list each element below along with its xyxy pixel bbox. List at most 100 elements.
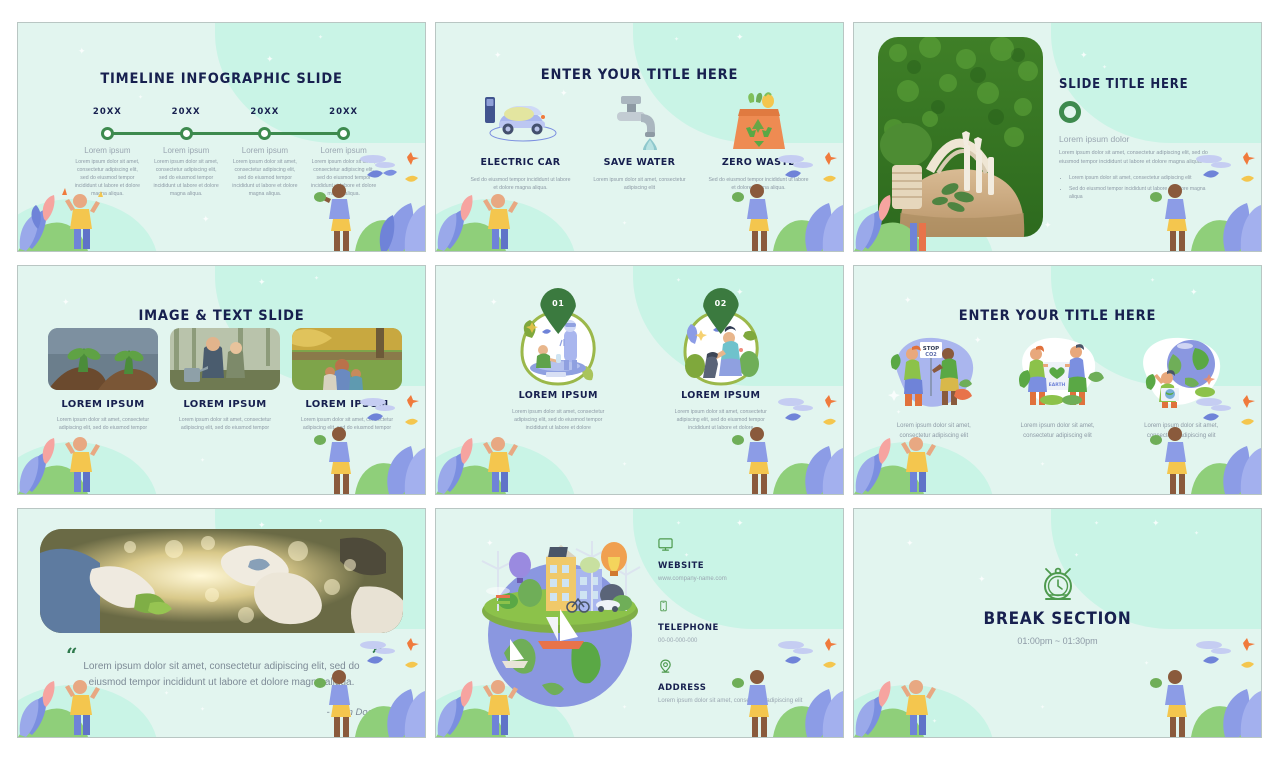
plants-and-person-left-decoration [436, 437, 518, 494]
plants-and-person-left-decoration [854, 437, 936, 494]
sparkle-icon: ✦ [138, 95, 144, 101]
timeline-node[interactable] [258, 126, 272, 140]
icon-body: Lorem ipsum dolor sit amet, consectetur … [593, 177, 686, 192]
timeline-year: 20XX [329, 107, 359, 117]
illustration-body: Lorem ipsum dolor sit amet, consectetur … [1020, 423, 1095, 439]
sparkle-icon: ✦ [622, 462, 628, 468]
father-and-child-planting-photo [170, 328, 280, 390]
sparkle-icon: ✦ [200, 458, 206, 464]
icon-column[interactable]: SAVE WATER Lorem ipsum dolor sit amet, c… [587, 89, 692, 192]
contact-label: WEBSITE [658, 561, 705, 571]
sparkle-icon: ✦ [1040, 462, 1046, 468]
break-time: 01:00pm ~ 01:30pm [1017, 636, 1098, 646]
birds-and-clouds-decoration [360, 638, 419, 668]
sparkle-icon: ✦ [1040, 705, 1046, 711]
page-title: SLIDE TITLE HERE [1059, 77, 1189, 92]
birds-and-clouds-decoration [1196, 395, 1255, 425]
sparkle-icon: ✦ [622, 221, 628, 227]
sparkle-icon: ✦ [318, 519, 324, 525]
slide-image-text-cards[interactable]: ✦ ✦ ✦ ✦ IMAGE & TEXT SLIDE LOREM IPSUM L… [17, 265, 426, 495]
icon-label: SAVE WATER [603, 157, 676, 168]
sparkle-icon: ✦ [1190, 287, 1198, 297]
contact-row[interactable]: WEBSITE www.company-name.com [658, 537, 825, 585]
timeline-node[interactable] [100, 126, 114, 140]
timeline-year: 20XX [250, 107, 280, 117]
family-gardening-photo [292, 328, 402, 390]
sparkle-icon: ✦ [676, 278, 682, 284]
birds-and-clouds-decoration [1196, 638, 1255, 668]
contact-value: www.company-name.com [658, 576, 727, 582]
sparkle-icon: ✦ [736, 518, 744, 528]
location-pin-icon [660, 659, 671, 673]
love-earth-banner-illustration: EARTH [1018, 337, 1104, 405]
plants-and-person-left-decoration [854, 195, 926, 251]
timeline-node[interactable] [337, 126, 351, 140]
pin-title: LOREM IPSUM [518, 390, 598, 401]
sparkle-icon: ✦ [202, 214, 210, 224]
sparkle-icon: ✦ [1194, 531, 1200, 537]
sparkle-icon: ✦ [906, 538, 914, 548]
sparkle-icon: ✦ [258, 277, 266, 287]
slide-contact[interactable]: ✦ ✦ ✦ ✦ ✦ WEBSITE www.company-name.com T… [435, 508, 844, 738]
page-title: ENTER YOUR TITLE HERE [958, 308, 1157, 324]
birds-and-clouds-decoration [778, 638, 837, 668]
timeline-heading: Lorem ipsum [84, 146, 131, 155]
sparkle-icon: ✦ [676, 521, 682, 527]
sparkle-icon: ✦ [1080, 50, 1088, 60]
slide-quote[interactable]: ✦ ✦ ✦ ✦ “ ” Lorem ipsum dolor sit amet, … [17, 508, 426, 738]
timeline-year: 20XX [92, 107, 122, 117]
green-ring-icon [1059, 101, 1081, 123]
pin-title: LOREM IPSUM [681, 390, 761, 401]
sparkle-icon: ✦ [200, 707, 206, 713]
slide-three-illustrations[interactable]: ✦ ✦ ✦ ✦ ✦ ✦ ENTER YOUR TITLE HERE STOP C… [853, 265, 1262, 495]
timeline-track [68, 122, 383, 144]
page-title: BREAK SECTION [983, 609, 1132, 629]
smartphone-ic [660, 600, 667, 611]
electric-car-icon [484, 97, 556, 142]
sparkle-icon: ✦ [674, 37, 680, 43]
sparkle-icon: ✦ [314, 276, 320, 282]
birds-and-clouds-decoration [778, 395, 837, 425]
page-title: IMAGE & TEXT SLIDE [138, 308, 305, 324]
hands-with-gloves-harvest-photo [40, 529, 403, 633]
illustration-column[interactable]: EARTH Lorem ipsum dolor sit amet, consec… [1000, 332, 1116, 441]
page-title: ENTER YOUR TITLE HERE [540, 67, 739, 83]
pin-number: 01 [552, 299, 565, 308]
pin-number: 02 [714, 299, 727, 308]
sparkle-icon: ✦ [164, 691, 170, 697]
sparkle-icon: ✦ [904, 295, 912, 305]
plants-and-person-left-decoration [18, 188, 103, 251]
contact-label: TELEPHONE [658, 622, 719, 633]
timeline-node[interactable] [179, 126, 193, 140]
sparkle-icon: ✦ [1150, 278, 1156, 284]
svg-text:EARTH: EARTH [1048, 382, 1065, 388]
photo-card[interactable]: LOREM IPSUM Lorem ipsum dolor sit amet, … [170, 328, 280, 432]
timeline-heading: Lorem ipsum [163, 146, 210, 155]
svg-text:CO2: CO2 [925, 352, 937, 358]
lead-text: Lorem ipsum dolor [1059, 134, 1130, 144]
plants-and-person-left-decoration [18, 680, 100, 737]
card-title: LOREM IPSUM [183, 399, 267, 410]
break-block: BREAK SECTION 01:00pm ~ 01:30pm [854, 567, 1261, 646]
sparkle-icon: ✦ [266, 54, 274, 64]
birds-and-clouds-decoration [778, 152, 837, 182]
water-faucet-icon [616, 96, 657, 150]
recycle-bag-icon [732, 92, 785, 149]
timeline-years: 20XX 20XX 20XX 20XX [68, 107, 383, 117]
slide-image-and-text[interactable]: ✦ ✦ ✦ SLIDE TITLE HERE Lorem ipsum dolor… [853, 22, 1262, 252]
slide-numbered-pins[interactable]: ✦ ✦ ✦ ✦ 01 LOREM IPSUM Lorem ipsum dolor… [435, 265, 844, 495]
slide-break-section[interactable]: ✦ ✦ ✦ ✦ ✦ ✦ ✦ ✦ ✦ BREAK SECTION 01:00pm … [853, 508, 1262, 738]
slide-three-icons[interactable]: ✦ ✦ ✦ ✦ ✦ ENTER YOUR TITLE HERE ELECTRIC… [435, 22, 844, 252]
sparkle-icon: ✦ [318, 35, 324, 41]
timeline-body: Lorem ipsum dolor sit amet, consectetur … [153, 159, 219, 198]
birds-and-clouds-decoration [360, 152, 419, 182]
plants-and-person-left-decoration [436, 194, 518, 251]
sparkle-icon: ✦ [62, 297, 70, 307]
sparkle-icon: ✦ [1044, 220, 1052, 230]
birds-and-clouds-decoration [360, 395, 419, 425]
birds-and-clouds-decoration [1196, 152, 1255, 182]
slide-timeline-infographic[interactable]: ✦ ✦ ✦ ✦ ✦ ✦ TIMELINE INFOGRAPHIC SLIDE 2… [17, 22, 426, 252]
sparkle-icon: ✦ [1152, 518, 1160, 528]
page-title: TIMELINE INFOGRAPHIC SLIDE [100, 71, 343, 87]
sparkle-icon: ✦ [494, 50, 502, 60]
